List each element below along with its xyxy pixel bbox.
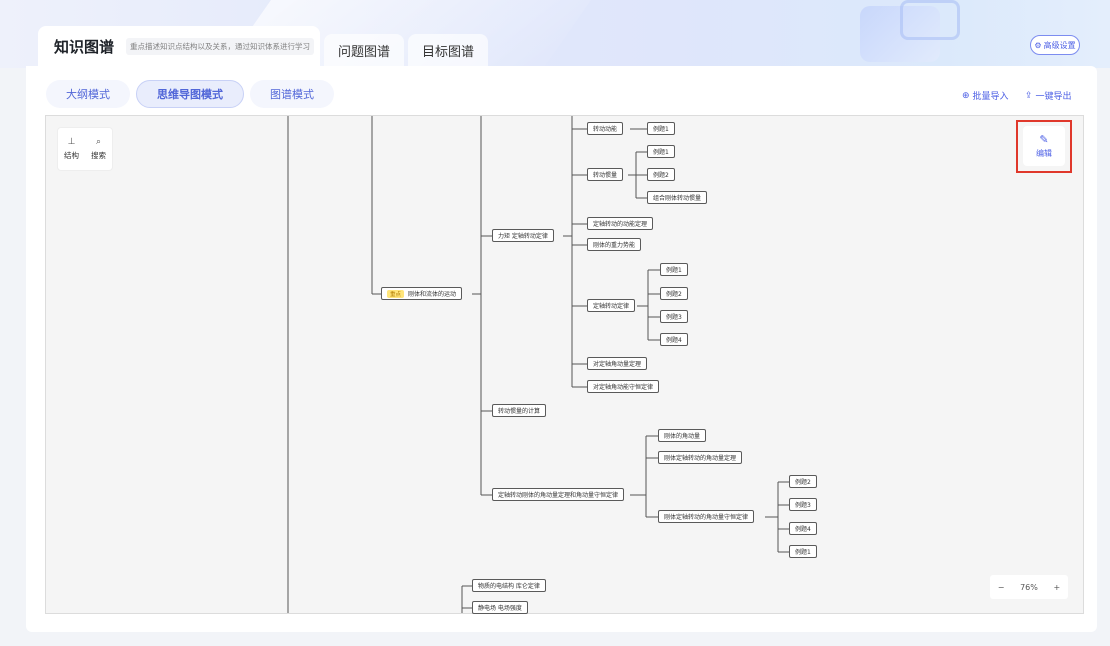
mindmap-node[interactable]: 转动惯量的计算 — [492, 404, 547, 417]
mindmap-node[interactable]: 物质的电结构 库仑定律 — [472, 579, 546, 592]
zoom-control: − 76% + — [990, 575, 1068, 599]
structure-button[interactable]: ⊥ 结构 — [64, 137, 79, 161]
mindmap-node[interactable]: 例题2 — [660, 287, 688, 300]
mindmap-node[interactable]: 刚体的重力势能 — [587, 238, 642, 251]
mindmap-node[interactable]: 组合刚体转动惯量 — [647, 191, 708, 204]
mindmap-node[interactable]: 例题1 — [647, 122, 675, 135]
search-label: 搜索 — [91, 151, 106, 160]
mindmap-node[interactable]: 刚体的角动量 — [658, 429, 707, 442]
mindmap-connectors — [287, 116, 789, 613]
mindmap-node[interactable]: 例题1 — [660, 263, 688, 276]
mindmap-node[interactable]: 例题4 — [789, 522, 817, 535]
edit-button[interactable]: ✎ 编辑 — [1023, 126, 1065, 166]
mindmap-node[interactable]: 转动惯量 — [587, 168, 624, 181]
search-button[interactable]: ⌕ 搜索 — [91, 137, 106, 161]
mindmap-node[interactable]: 例题1 — [647, 145, 675, 158]
mindmap-node[interactable]: 对定轴角动量定理 — [587, 357, 648, 370]
structure-icon: ⊥ — [67, 137, 76, 147]
edit-label: 编辑 — [1036, 149, 1052, 158]
node-label: 刚体和流体的运动 — [408, 291, 457, 298]
pencil-icon: ✎ — [1039, 133, 1049, 146]
mindmap-node[interactable]: 例题2 — [647, 168, 675, 181]
mindmap-node[interactable]: 对定轴角动能守恒定律 — [587, 380, 660, 393]
zoom-level: 76% — [1020, 582, 1038, 592]
zoom-in-button[interactable]: + — [1053, 583, 1060, 592]
mindmap-node[interactable]: 定轴转动定律 — [587, 299, 636, 312]
structure-label: 结构 — [64, 151, 79, 160]
zoom-out-button[interactable]: − — [998, 583, 1005, 592]
mindmap-node[interactable]: 静电场 电场强度 — [472, 601, 528, 614]
mindmap-node[interactable]: 刚体定轴转动的角动量守恒定律 — [658, 510, 755, 523]
mindmap-node[interactable]: 例题3 — [789, 498, 817, 511]
mindmap-node[interactable]: 转动动能 — [587, 122, 624, 135]
mindmap-node[interactable]: 重点 刚体和流体的运动 — [381, 287, 463, 300]
canvas-side-tools: ⊥ 结构 ⌕ 搜索 — [57, 127, 113, 171]
mindmap-node[interactable]: 定轴转动刚体的角动量定理和角动量守恒定律 — [492, 488, 625, 501]
mindmap-node[interactable]: 例题3 — [660, 310, 688, 323]
mindmap-node[interactable]: 力矩 定轴转动定律 — [492, 229, 554, 242]
mindmap-node[interactable]: 例题4 — [660, 333, 688, 346]
mindmap-node[interactable]: 例题2 — [789, 475, 817, 488]
mindmap-node[interactable]: 刚体定轴转动的角动量定理 — [658, 451, 743, 464]
key-badge: 重点 — [387, 289, 405, 298]
mindmap-node[interactable]: 定轴转动的动能定理 — [587, 217, 654, 230]
search-icon: ⌕ — [95, 137, 102, 147]
mindmap-node[interactable]: 例题1 — [789, 545, 817, 558]
